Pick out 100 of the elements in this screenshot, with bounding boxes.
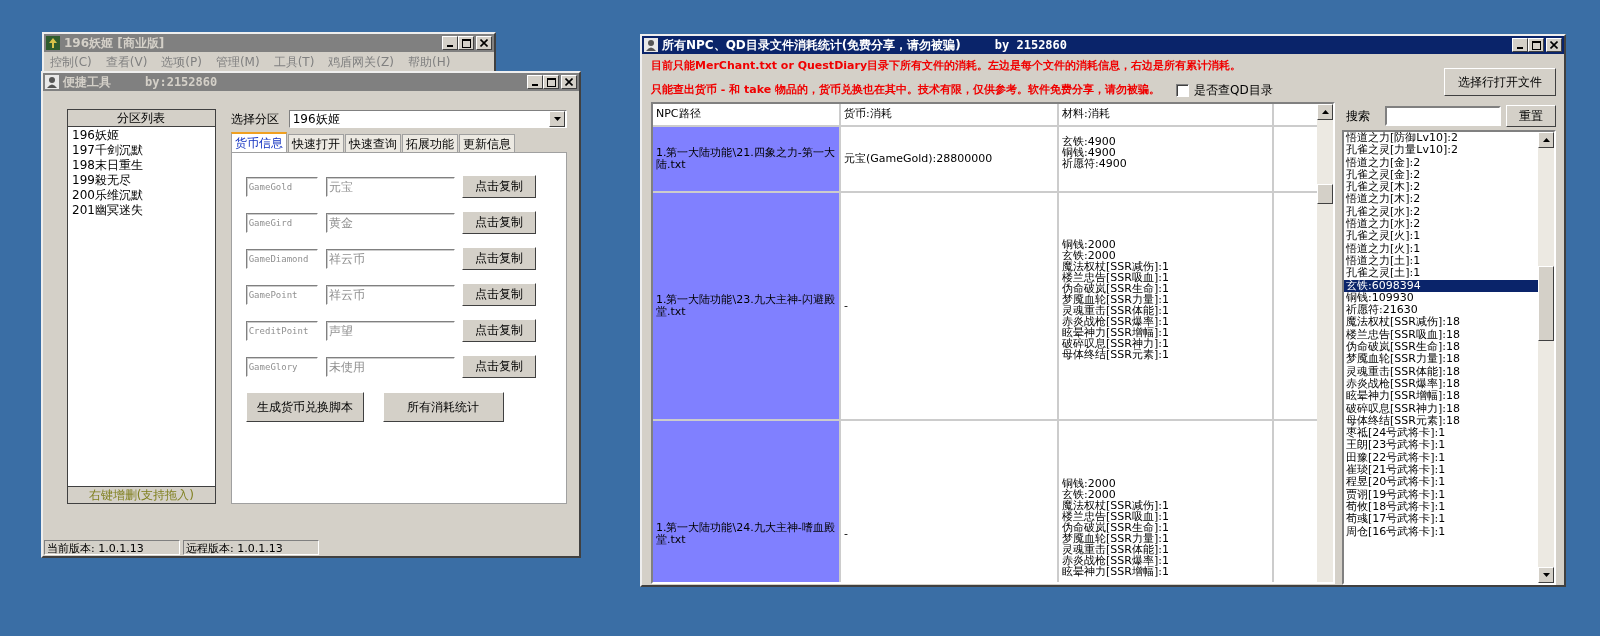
app-icon <box>45 75 59 89</box>
maximize-icon <box>1531 40 1541 50</box>
copy-button[interactable]: 点击复制 <box>461 175 536 198</box>
zone-item[interactable]: 200乐维沉默 <box>72 188 211 203</box>
tab[interactable]: 拓展功能 <box>401 134 458 152</box>
copy-button[interactable]: 点击复制 <box>461 355 536 378</box>
maximize-icon <box>546 77 556 87</box>
action-button[interactable]: 生成货币兑换脚本 <box>245 392 364 422</box>
list-header: 分区列表 <box>68 110 215 127</box>
list-item[interactable]: 玄铁:6098394 <box>1344 279 1538 292</box>
list-item[interactable]: 王朗[23号武将卡]:1 <box>1344 439 1538 452</box>
copy-button[interactable]: 点击复制 <box>461 319 536 342</box>
list-item[interactable]: 孔雀之灵[木]:2 <box>1344 181 1538 194</box>
list-item[interactable]: 破碎叹息[SSR神力]:18 <box>1344 402 1538 415</box>
list-footer: 右键增删(支持拖入) <box>68 486 215 503</box>
zone-item[interactable]: 197千剑沉默 <box>72 143 211 158</box>
zone-item[interactable]: 198末日重生 <box>72 158 211 173</box>
list-item[interactable]: 铜钱:109930 <box>1344 291 1538 305</box>
search-field[interactable] <box>1384 106 1501 126</box>
tab[interactable]: 快速打开 <box>287 134 344 152</box>
maximize-icon <box>461 38 471 48</box>
list-item[interactable]: 悟道之力[金]:2 <box>1344 156 1538 169</box>
materials-cell: 铜钱:2000 玄铁:2000 魔法权杖[SSR减伤]:1 楼兰忠告[SSR吸血]:1 伪命破岚[SSR生命]:1 梦魇血轮[SSR力量]:1 灵魂重击[SSR体能]:1 赤炎战枪[SSR爆率]:1 眩晕神力[SSR增幅]:1 破碎叹息[SSR神力]:1 母体终结[SSR元素]:1 <box>1059 193 1274 419</box>
copy-button[interactable]: 点击复制 <box>461 247 536 270</box>
list-item[interactable]: 祈愿符:21630 <box>1344 304 1538 317</box>
list-item[interactable]: 孔雀之灵[力量Lv10]:2 <box>1344 144 1538 157</box>
list-item[interactable]: 母体终结[SSR元素]:18 <box>1344 414 1538 428</box>
list-item[interactable]: 荀彧[17号武将卡]:1 <box>1344 513 1538 526</box>
list-item[interactable]: 梦魇血轮[SSR力量]:18 <box>1344 353 1538 366</box>
materials-cell: 铜钱:2000 玄铁:2000 魔法权杖[SSR减伤]:1 楼兰忠告[SSR吸血]:1 伪命破岚[SSR生命]:1 梦魇血轮[SSR力量]:1 灵魂重击[SSR体能]:1 赤炎战枪[SSR爆率]:1 眩晕神力[SSR增幅]:1 <box>1059 421 1274 582</box>
list-item[interactable]: 伪命破岚[SSR生命]:18 <box>1344 341 1538 354</box>
list-item[interactable]: 悟道之力[土]:1 <box>1344 254 1538 268</box>
list-item[interactable]: 悟道之力[防御Lv10]:2 <box>1344 132 1538 145</box>
tab[interactable]: 快速查询 <box>344 134 401 152</box>
column-header: 货币:消耗 <box>841 104 1059 125</box>
list-item[interactable]: 孔雀之灵[水]:2 <box>1344 205 1538 219</box>
list-item[interactable]: 楼兰忠告[SSR吸血]:18 <box>1344 328 1538 342</box>
status-panel: 远程版本: 1.0.1.13 <box>183 540 319 555</box>
scroll-thumb[interactable] <box>1317 184 1333 204</box>
list-item[interactable]: 眩晕神力[SSR增幅]:18 <box>1344 390 1538 403</box>
maximize-button[interactable] <box>1528 38 1544 52</box>
zone-item[interactable]: 201幽冥迷失 <box>72 203 211 218</box>
list-item[interactable]: 程昱[20号武将卡]:1 <box>1344 476 1538 489</box>
notice-text: 只能查出货币 - 和 take 物品的，货币兑换也在其中。技术有限，仅供参考。软件免费分享，请勿被骗。 <box>651 82 1161 98</box>
minimize-button[interactable] <box>1512 38 1528 52</box>
list-item[interactable]: 孔雀之灵[金]:2 <box>1344 168 1538 182</box>
close-icon <box>480 39 488 47</box>
close-icon <box>1550 41 1558 49</box>
list-item[interactable]: 孔雀之灵[火]:1 <box>1344 230 1538 243</box>
list-item[interactable]: 悟道之力[水]:2 <box>1344 218 1538 231</box>
list-item[interactable]: 田豫[22号武将卡]:1 <box>1344 451 1538 464</box>
zone-label: 选择分区 <box>230 110 279 128</box>
window-title: 196妖姬 [商业版] <box>64 34 165 52</box>
action-button[interactable]: 所有消耗统计 <box>382 392 504 422</box>
list-item[interactable]: 赤炎战枪[SSR爆率]:18 <box>1344 377 1538 391</box>
tab[interactable]: 更新信息 <box>458 134 515 152</box>
path-cell[interactable]: 1.第一大陆功能\23.九大主神-闪避殿堂.txt <box>653 193 841 419</box>
tab[interactable]: 货币信息 <box>230 132 287 152</box>
column-header: NPC路径 <box>653 104 841 125</box>
list-item[interactable]: 枣祗[24号武将卡]:1 <box>1344 427 1538 440</box>
currency-cell: - <box>841 193 1059 419</box>
reset-button[interactable]: 重置 <box>1505 105 1556 127</box>
currency-cell: 元宝(GameGold):28800000 <box>841 127 1059 191</box>
list-item[interactable]: 魔法权杖[SSR减伤]:18 <box>1344 316 1538 329</box>
list-item[interactable]: 悟道之力[火]:1 <box>1344 242 1538 255</box>
close-button[interactable] <box>1546 38 1562 52</box>
list-item[interactable]: 灵魂重击[SSR体能]:18 <box>1344 365 1538 378</box>
scroll-thumb[interactable] <box>1538 266 1554 341</box>
caret-icon <box>553 117 561 121</box>
open-file-button[interactable]: 选择行打开文件 <box>1444 68 1556 96</box>
scrollbar[interactable] <box>1538 132 1554 583</box>
column-header: 材料:消耗 <box>1059 104 1274 125</box>
currency-cell: - <box>841 421 1059 582</box>
up-arrow-icon <box>1542 138 1550 142</box>
list-item[interactable]: 贾诩[19号武将卡]:1 <box>1344 488 1538 501</box>
path-cell[interactable]: 1.第一大陆功能\21.四象之力-第一大陆.txt <box>653 127 841 191</box>
status-panel: 当前版本: 1.0.1.13 <box>44 540 180 555</box>
search-label: 搜索 <box>1345 107 1371 125</box>
zone-item[interactable]: 199殺无尽 <box>72 173 211 188</box>
zone-item[interactable]: 196妖姬 <box>72 128 211 143</box>
qd-checkbox[interactable]: 是否查QD目录 <box>1176 81 1273 99</box>
list-item[interactable]: 孔雀之灵[土]:1 <box>1344 267 1538 280</box>
list-item[interactable]: 周仓[16号武将卡]:1 <box>1344 525 1538 538</box>
down-arrow-icon <box>1542 573 1550 577</box>
path-cell[interactable]: 1.第一大陆功能\24.九大主神-嗜血殿堂.txt <box>653 421 841 582</box>
author-label: by 2152860 <box>994 38 1068 52</box>
list-item[interactable]: 崔琰[21号武将卡]:1 <box>1344 464 1538 477</box>
zone-dropdown[interactable]: 196妖姬 <box>288 110 567 128</box>
app-icon <box>46 36 60 50</box>
copy-button[interactable]: 点击复制 <box>461 211 536 234</box>
scrollbar[interactable] <box>1317 104 1333 582</box>
list-item[interactable]: 荀攸[18号武将卡]:1 <box>1344 500 1538 514</box>
copy-button[interactable]: 点击复制 <box>461 283 536 306</box>
up-arrow-icon <box>1321 110 1329 114</box>
window-title: 所有NPC、QD目录文件消耗统计(免费分享，请勿被骗) <box>662 36 961 54</box>
list-item[interactable]: 悟道之力[木]:2 <box>1344 193 1538 206</box>
close-icon <box>565 78 573 86</box>
author-label: by:2152860 <box>145 75 218 89</box>
window-title: 便捷工具 <box>63 73 111 91</box>
materials-cell: 玄铁:4900 铜钱:4900 祈愿符:4900 <box>1059 127 1274 191</box>
